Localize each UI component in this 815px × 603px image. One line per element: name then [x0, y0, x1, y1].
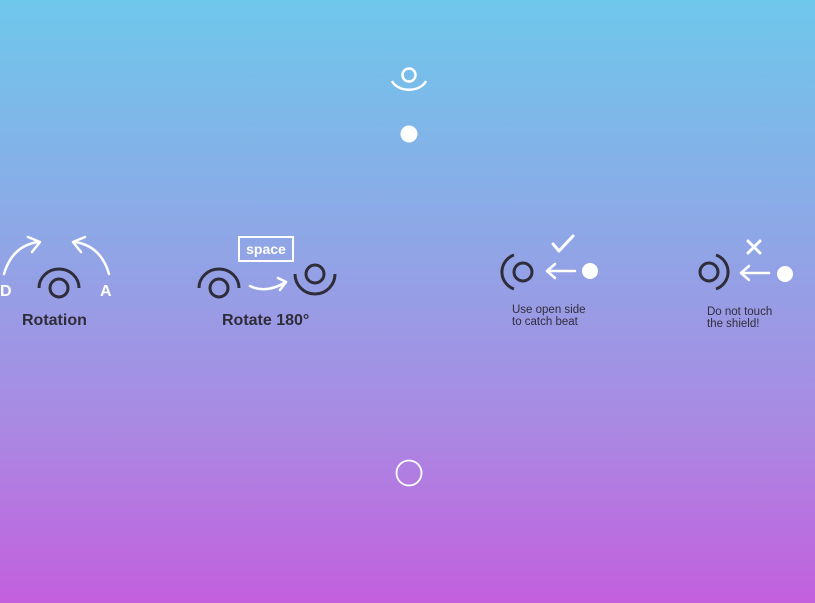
avoid-label-line2: the shield! — [707, 318, 760, 330]
avoid-label: Do not touch the shield! — [707, 306, 772, 330]
flipped-player-icon — [293, 263, 337, 296]
catch-label-line2: to catch beat — [512, 316, 578, 328]
cross-icon — [746, 239, 762, 255]
beat-dot-icon — [582, 263, 598, 279]
beat-dot-icon — [777, 266, 793, 282]
arrow-left-icon — [545, 262, 577, 280]
top-player-icon — [390, 67, 428, 91]
rotate180-label: Rotate 180° — [222, 312, 310, 329]
shielded-player-icon — [37, 267, 81, 299]
check-icon — [551, 234, 575, 253]
arrow-right-icon — [248, 276, 288, 292]
shield-side-player-icon — [698, 253, 730, 291]
catch-label-line1: Use open side — [512, 304, 586, 316]
arrow-left-icon — [739, 264, 771, 282]
key-a: A — [100, 283, 112, 300]
avoid-label-line1: Do not touch — [707, 306, 773, 318]
game-canvas[interactable]: D A Rotation space Rotate 180° Use open … — [0, 0, 815, 603]
bottom-ring-icon — [395, 459, 423, 487]
space-key: space — [238, 236, 294, 262]
rotation-label: Rotation — [22, 312, 87, 329]
key-d: D — [0, 283, 12, 300]
shielded-player-icon — [197, 267, 241, 299]
open-side-player-icon — [500, 253, 534, 291]
beat-dot-icon — [400, 125, 418, 143]
catch-label: Use open side to catch beat — [512, 304, 586, 328]
